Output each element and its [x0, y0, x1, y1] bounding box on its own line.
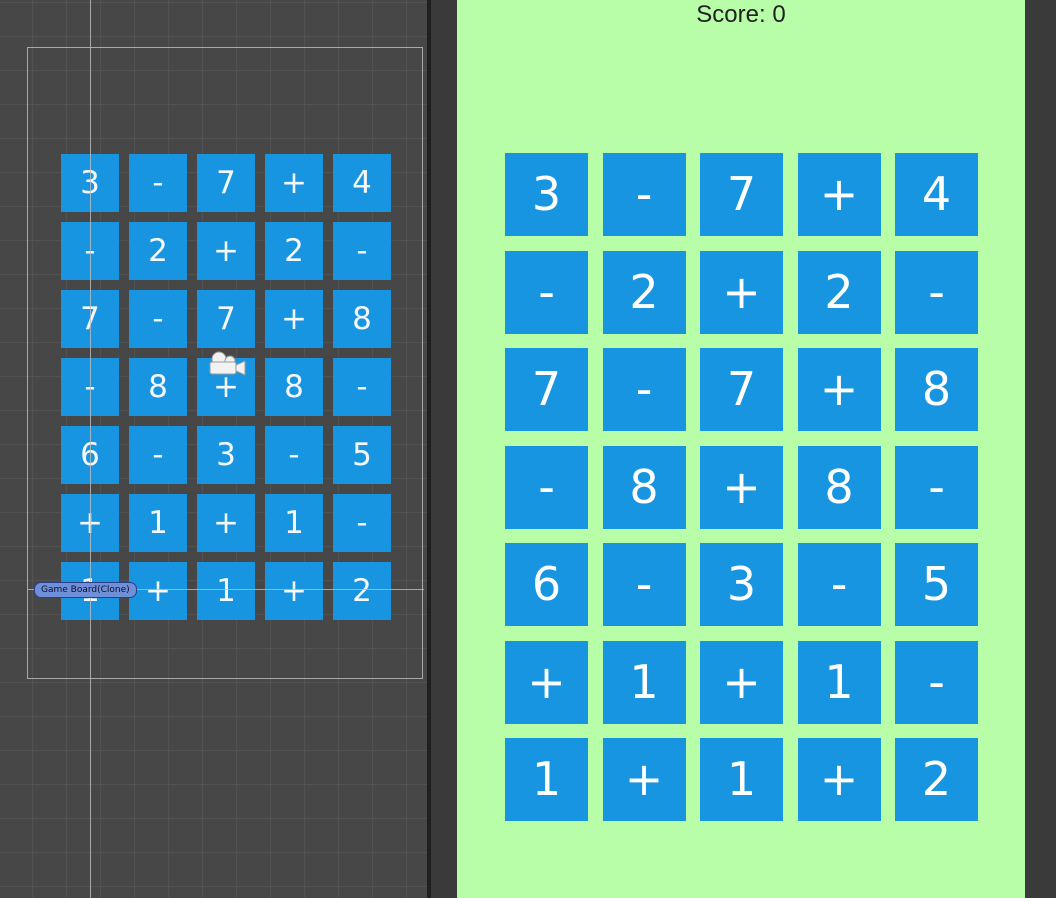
- scene-board-tile[interactable]: +: [265, 154, 323, 212]
- game-board-tile[interactable]: +: [797, 153, 881, 236]
- game-board-tile[interactable]: -: [505, 445, 588, 529]
- game-board-tile[interactable]: +: [700, 640, 783, 724]
- scene-board-tile[interactable]: 2: [129, 222, 187, 280]
- scene-board-tile[interactable]: 3: [197, 426, 255, 484]
- scene-guide-vertical: [90, 0, 91, 898]
- game-board-tile[interactable]: -: [895, 250, 978, 334]
- scene-board-tile[interactable]: -: [129, 154, 187, 212]
- game-board-tile[interactable]: 6: [505, 543, 588, 626]
- scene-board-tile[interactable]: +: [265, 290, 323, 348]
- game-view: Score: 0 3-7 +4-2 +2-7-7 +8-8 +8-6-3-5 +1 +1-1…: [431, 0, 1056, 898]
- score-label: Score: 0: [696, 1, 786, 28]
- camera-icon[interactable]: [206, 350, 248, 378]
- game-board-tile[interactable]: -: [895, 445, 978, 529]
- game-board-tile[interactable]: 3: [700, 543, 783, 626]
- scene-board-tile[interactable]: +: [265, 562, 323, 620]
- game-board-tile[interactable]: +: [797, 348, 881, 431]
- scene-board-tile[interactable]: +: [129, 562, 187, 620]
- game-board-tile[interactable]: 8: [797, 445, 881, 529]
- game-board-tile[interactable]: +: [602, 738, 686, 821]
- scene-board-tile[interactable]: 2: [265, 222, 323, 280]
- game-board-tile[interactable]: -: [797, 543, 881, 626]
- game-board-tile[interactable]: 7: [700, 348, 783, 431]
- game-board-tile[interactable]: -: [602, 348, 686, 431]
- scene-board-tile[interactable]: -: [333, 494, 391, 552]
- game-board-tile[interactable]: 2: [797, 250, 881, 334]
- game-board-tile[interactable]: 1: [797, 640, 881, 724]
- game-board-tile[interactable]: 1: [700, 738, 783, 821]
- game-board-tile[interactable]: 8: [602, 445, 686, 529]
- game-board-tile[interactable]: -: [602, 543, 686, 626]
- scene-board-tile[interactable]: 8: [129, 358, 187, 416]
- scene-board-tile[interactable]: 5: [333, 426, 391, 484]
- scene-board-tile[interactable]: 4: [333, 154, 391, 212]
- game-board-tile[interactable]: 1: [602, 640, 686, 724]
- game-board-tile[interactable]: 3: [505, 153, 588, 236]
- game-board-tile[interactable]: +: [700, 445, 783, 529]
- scene-board-tile[interactable]: -: [265, 426, 323, 484]
- game-board-tile[interactable]: 2: [895, 738, 978, 821]
- scene-board-tile[interactable]: -: [333, 358, 391, 416]
- scene-board-tile[interactable]: 7: [197, 154, 255, 212]
- game-board-tile[interactable]: 7: [505, 348, 588, 431]
- scene-board-tile[interactable]: 2: [333, 562, 391, 620]
- scene-board-tile[interactable]: 8: [333, 290, 391, 348]
- scene-board-tile[interactable]: 8: [265, 358, 323, 416]
- scene-board-tile[interactable]: -: [333, 222, 391, 280]
- scene-board-tile[interactable]: 7: [197, 290, 255, 348]
- selected-object-label[interactable]: Game Board(Clone): [34, 582, 137, 598]
- game-board-tile[interactable]: -: [895, 640, 978, 724]
- game-board-tile[interactable]: 5: [895, 543, 978, 626]
- scene-board-tile[interactable]: 1: [197, 562, 255, 620]
- scene-board-tile[interactable]: 1: [129, 494, 187, 552]
- game-board-tile[interactable]: 1: [505, 738, 588, 821]
- game-canvas: Score: 0 3-7 +4-2 +2-7-7 +8-8 +8-6-3-5 +1 +1-1…: [457, 0, 1025, 898]
- scene-board-tile[interactable]: 1: [265, 494, 323, 552]
- game-board-tile[interactable]: +: [797, 738, 881, 821]
- game-board-tile[interactable]: +: [700, 250, 783, 334]
- scene-board-tile[interactable]: +: [197, 494, 255, 552]
- game-board-tile[interactable]: -: [505, 250, 588, 334]
- scene-board-tile[interactable]: -: [129, 290, 187, 348]
- scene-board-tile[interactable]: -: [129, 426, 187, 484]
- game-board-tile[interactable]: 2: [602, 250, 686, 334]
- game-board-tile[interactable]: 8: [895, 348, 978, 431]
- game-board-tile[interactable]: +: [505, 640, 588, 724]
- game-board-tile[interactable]: 7: [700, 153, 783, 236]
- scene-board-tile[interactable]: +: [197, 222, 255, 280]
- game-board-tile[interactable]: 4: [895, 153, 978, 236]
- game-board-tile[interactable]: -: [602, 153, 686, 236]
- scene-view[interactable]: 3-7+4-2+2-7-7+8-8+8-6-3-5+1+1-1+1+2 Game…: [0, 0, 427, 898]
